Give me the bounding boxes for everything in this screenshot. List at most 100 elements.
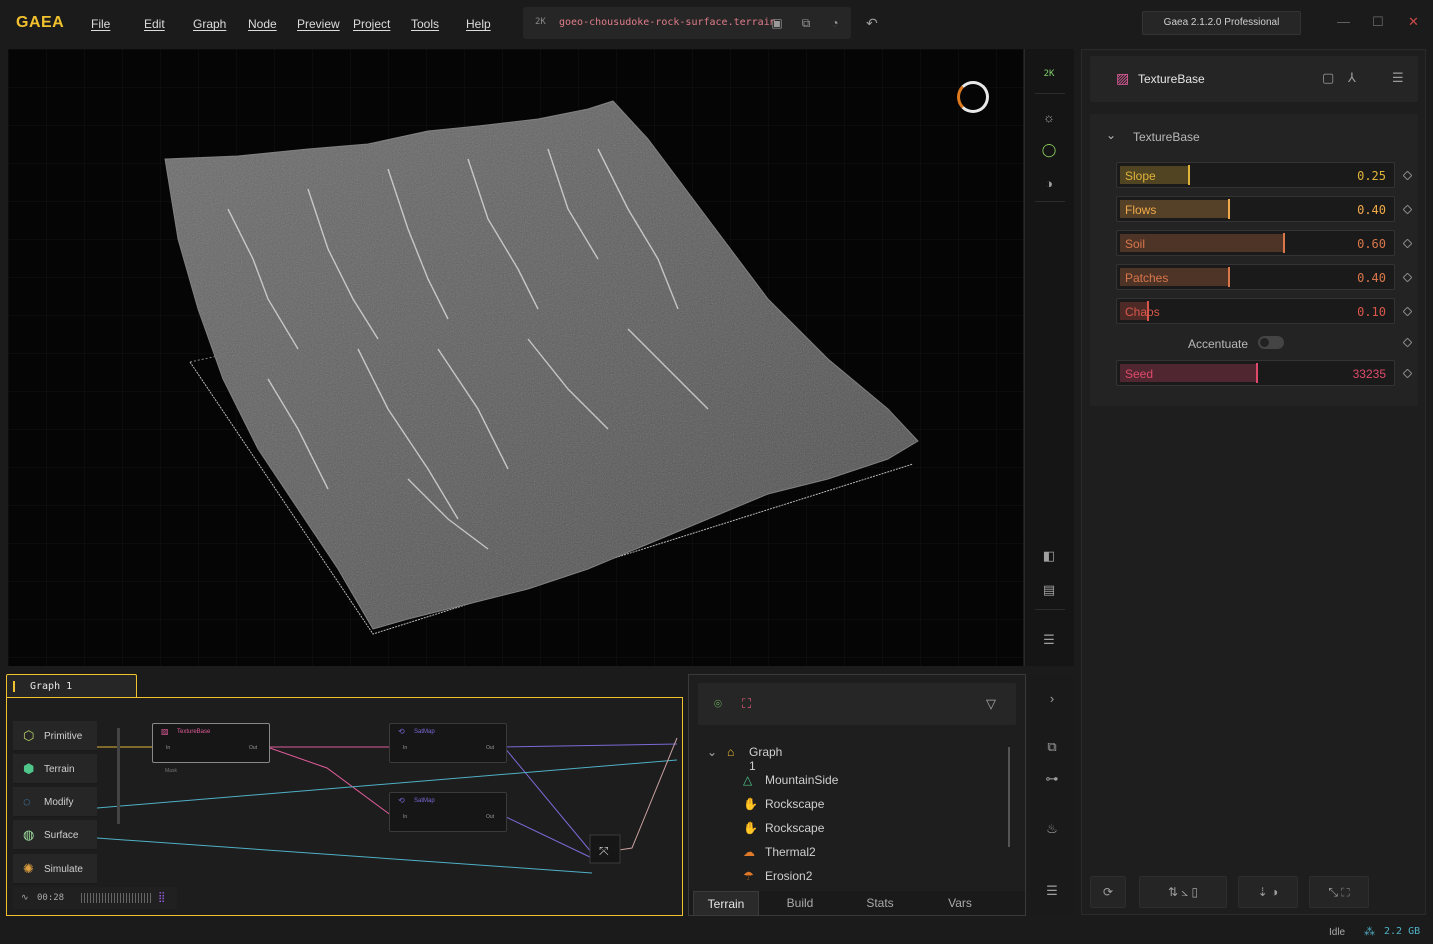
timeline-bar[interactable]: ∿ 00:28 ⣿ <box>13 887 177 909</box>
seed-slider[interactable]: Seed 33235 <box>1116 360 1395 386</box>
keyframe-icon[interactable] <box>1402 204 1413 215</box>
refresh-icon[interactable]: ⟳ <box>1090 876 1126 908</box>
category-surface[interactable]: ◍ Surface <box>13 820 97 850</box>
output-port[interactable]: Out <box>249 745 257 751</box>
node-title: TextureBase <box>1138 72 1205 86</box>
input-port[interactable]: In <box>403 814 407 820</box>
axis-icon[interactable]: ⅄ <box>1348 70 1356 86</box>
tab-stats[interactable]: Stats <box>845 891 915 915</box>
svg-text:⤧: ⤧ <box>599 844 609 858</box>
slider-marker[interactable] <box>1228 199 1230 219</box>
menu-help[interactable]: Help <box>466 17 491 31</box>
filter-icon[interactable]: ▽ <box>986 696 996 712</box>
accentuate-label: Accentuate <box>1188 337 1249 351</box>
menu-file[interactable]: File <box>91 17 110 31</box>
slider-value: 0.40 <box>1357 271 1386 285</box>
transform-tools[interactable]: ⇅ ⦣ ▯ <box>1139 876 1227 908</box>
chevron-down-icon[interactable]: ⌄ <box>707 745 717 759</box>
half-circle-icon[interactable]: ◑ <box>1038 173 1060 195</box>
circle-icon[interactable]: ◯ <box>1038 139 1060 161</box>
keyframe-icon[interactable] <box>1402 368 1413 379</box>
save-icon[interactable]: ▣ <box>770 16 784 30</box>
category-terrain[interactable]: ⬢ Terrain <box>13 754 97 784</box>
resolution-icon[interactable]: 2K <box>1038 63 1060 85</box>
copy-icon[interactable]: ⧉ <box>799 16 813 30</box>
split-view-icon[interactable]: ◧ <box>1038 545 1060 567</box>
keyframe-icon[interactable] <box>1402 306 1413 317</box>
list-icon[interactable]: ☰ <box>1043 882 1061 900</box>
output-port[interactable]: Out <box>486 814 494 820</box>
adjust-tools[interactable]: ⇣ ◑ <box>1238 876 1298 908</box>
slider-marker[interactable] <box>1188 165 1190 185</box>
maximize-icon[interactable]: ☐ <box>1372 14 1384 30</box>
scrollbar[interactable] <box>1008 747 1010 847</box>
chevron-right-icon[interactable]: › <box>1043 690 1061 708</box>
flame-icon[interactable]: ♨ <box>1043 820 1061 838</box>
menu-edit[interactable]: Edit <box>144 17 165 31</box>
keyframe-icon[interactable] <box>1402 337 1413 348</box>
node-texturebase[interactable]: ▨ TextureBase In Out <box>152 723 270 763</box>
category-simulate[interactable]: ✺ Simulate <box>13 854 97 884</box>
tab-terrain[interactable]: Terrain <box>693 891 759 915</box>
resolution-badge[interactable]: 2K <box>535 17 546 27</box>
memory-text: 2.2 GB <box>1384 926 1421 937</box>
tab-graph-1[interactable]: Graph 1 <box>6 674 137 698</box>
layers-icon[interactable]: ▤ <box>1038 579 1060 601</box>
view-tools[interactable]: ⤡ ⛶ <box>1309 876 1369 908</box>
node-satmap[interactable]: ⟲ SatMap In Out <box>389 792 507 832</box>
timeline-ticks[interactable] <box>81 893 151 903</box>
output-port[interactable]: Out <box>486 745 494 751</box>
app-logo: GAEA <box>16 14 65 31</box>
slider-label: Patches <box>1125 271 1169 285</box>
chaos-slider[interactable]: Chaos 0.10 <box>1116 298 1395 324</box>
explorer-tabs: Terrain Build Stats Vars <box>689 891 1025 915</box>
node-satmap[interactable]: ⟲ SatMap In Out <box>389 723 507 763</box>
soil-slider[interactable]: Soil 0.60 <box>1116 230 1395 256</box>
input-port[interactable]: In <box>403 745 407 751</box>
frame-icon[interactable]: ⛶ <box>742 696 751 712</box>
node-graph-canvas[interactable]: ⤧ ⬡ Primitive ⬢ Terrain ◌ Modify ◍ Surfa… <box>6 697 683 916</box>
slider-marker[interactable] <box>1228 267 1230 287</box>
tab-vars[interactable]: Vars <box>925 891 995 915</box>
explorer-toolbar: ⌾ ⛶ ▽ <box>698 683 1016 725</box>
menu-graph[interactable]: Graph <box>193 17 226 31</box>
menu-preview[interactable]: Preview <box>297 17 340 31</box>
focus-icon[interactable]: ⌾ <box>714 696 722 712</box>
slider-value: 0.25 <box>1357 169 1386 183</box>
input-port[interactable]: In <box>166 745 170 751</box>
history-icon[interactable]: ◔ <box>828 16 842 30</box>
tree-label: Rockscape <box>765 821 825 835</box>
flows-slider[interactable]: Flows 0.40 <box>1116 196 1395 222</box>
category-modify[interactable]: ◌ Modify <box>13 787 97 817</box>
file-box[interactable]: 2K goeo-chousudoke-rock-surface.terrain … <box>523 7 851 39</box>
keyframe-icon[interactable] <box>1402 272 1413 283</box>
sun-icon[interactable]: ☼ <box>1038 107 1060 129</box>
chevron-down-icon[interactable]: ⌄ <box>1106 128 1116 142</box>
menu-project[interactable]: Project <box>353 17 390 31</box>
menu-icon[interactable]: ☰ <box>1392 70 1404 86</box>
3d-viewport[interactable] <box>8 49 1023 666</box>
menu-node[interactable]: Node <box>248 17 277 31</box>
slider-marker[interactable] <box>1283 233 1285 253</box>
node-title: SatMap <box>414 729 435 735</box>
menu-tools[interactable]: Tools <box>411 17 439 31</box>
mask-port[interactable]: Mask <box>165 768 177 774</box>
hierarchy-icon[interactable]: ⊶ <box>1043 770 1061 788</box>
slope-slider[interactable]: Slope 0.25 <box>1116 162 1395 188</box>
minimize-icon[interactable]: — <box>1337 14 1350 29</box>
keyframe-icon[interactable] <box>1402 170 1413 181</box>
accentuate-toggle[interactable] <box>1258 336 1284 349</box>
mountain-icon: △ <box>743 773 753 787</box>
tab-build[interactable]: Build <box>765 891 835 915</box>
close-icon[interactable]: ✕ <box>1408 14 1419 30</box>
undo-icon[interactable]: ↶ <box>866 15 878 32</box>
category-primitive[interactable]: ⬡ Primitive <box>13 721 97 751</box>
patches-slider[interactable]: Patches 0.40 <box>1116 264 1395 290</box>
slider-marker[interactable] <box>1256 363 1258 383</box>
panel-icon[interactable]: ▢ <box>1322 70 1334 86</box>
keyframe-icon[interactable] <box>1402 238 1413 249</box>
list-icon[interactable]: ☰ <box>1038 629 1060 651</box>
bookmark-icon[interactable]: ⧉ <box>1043 738 1061 756</box>
grid-icon[interactable]: ⣿ <box>158 892 165 903</box>
tree-label: Rockscape <box>765 797 825 811</box>
